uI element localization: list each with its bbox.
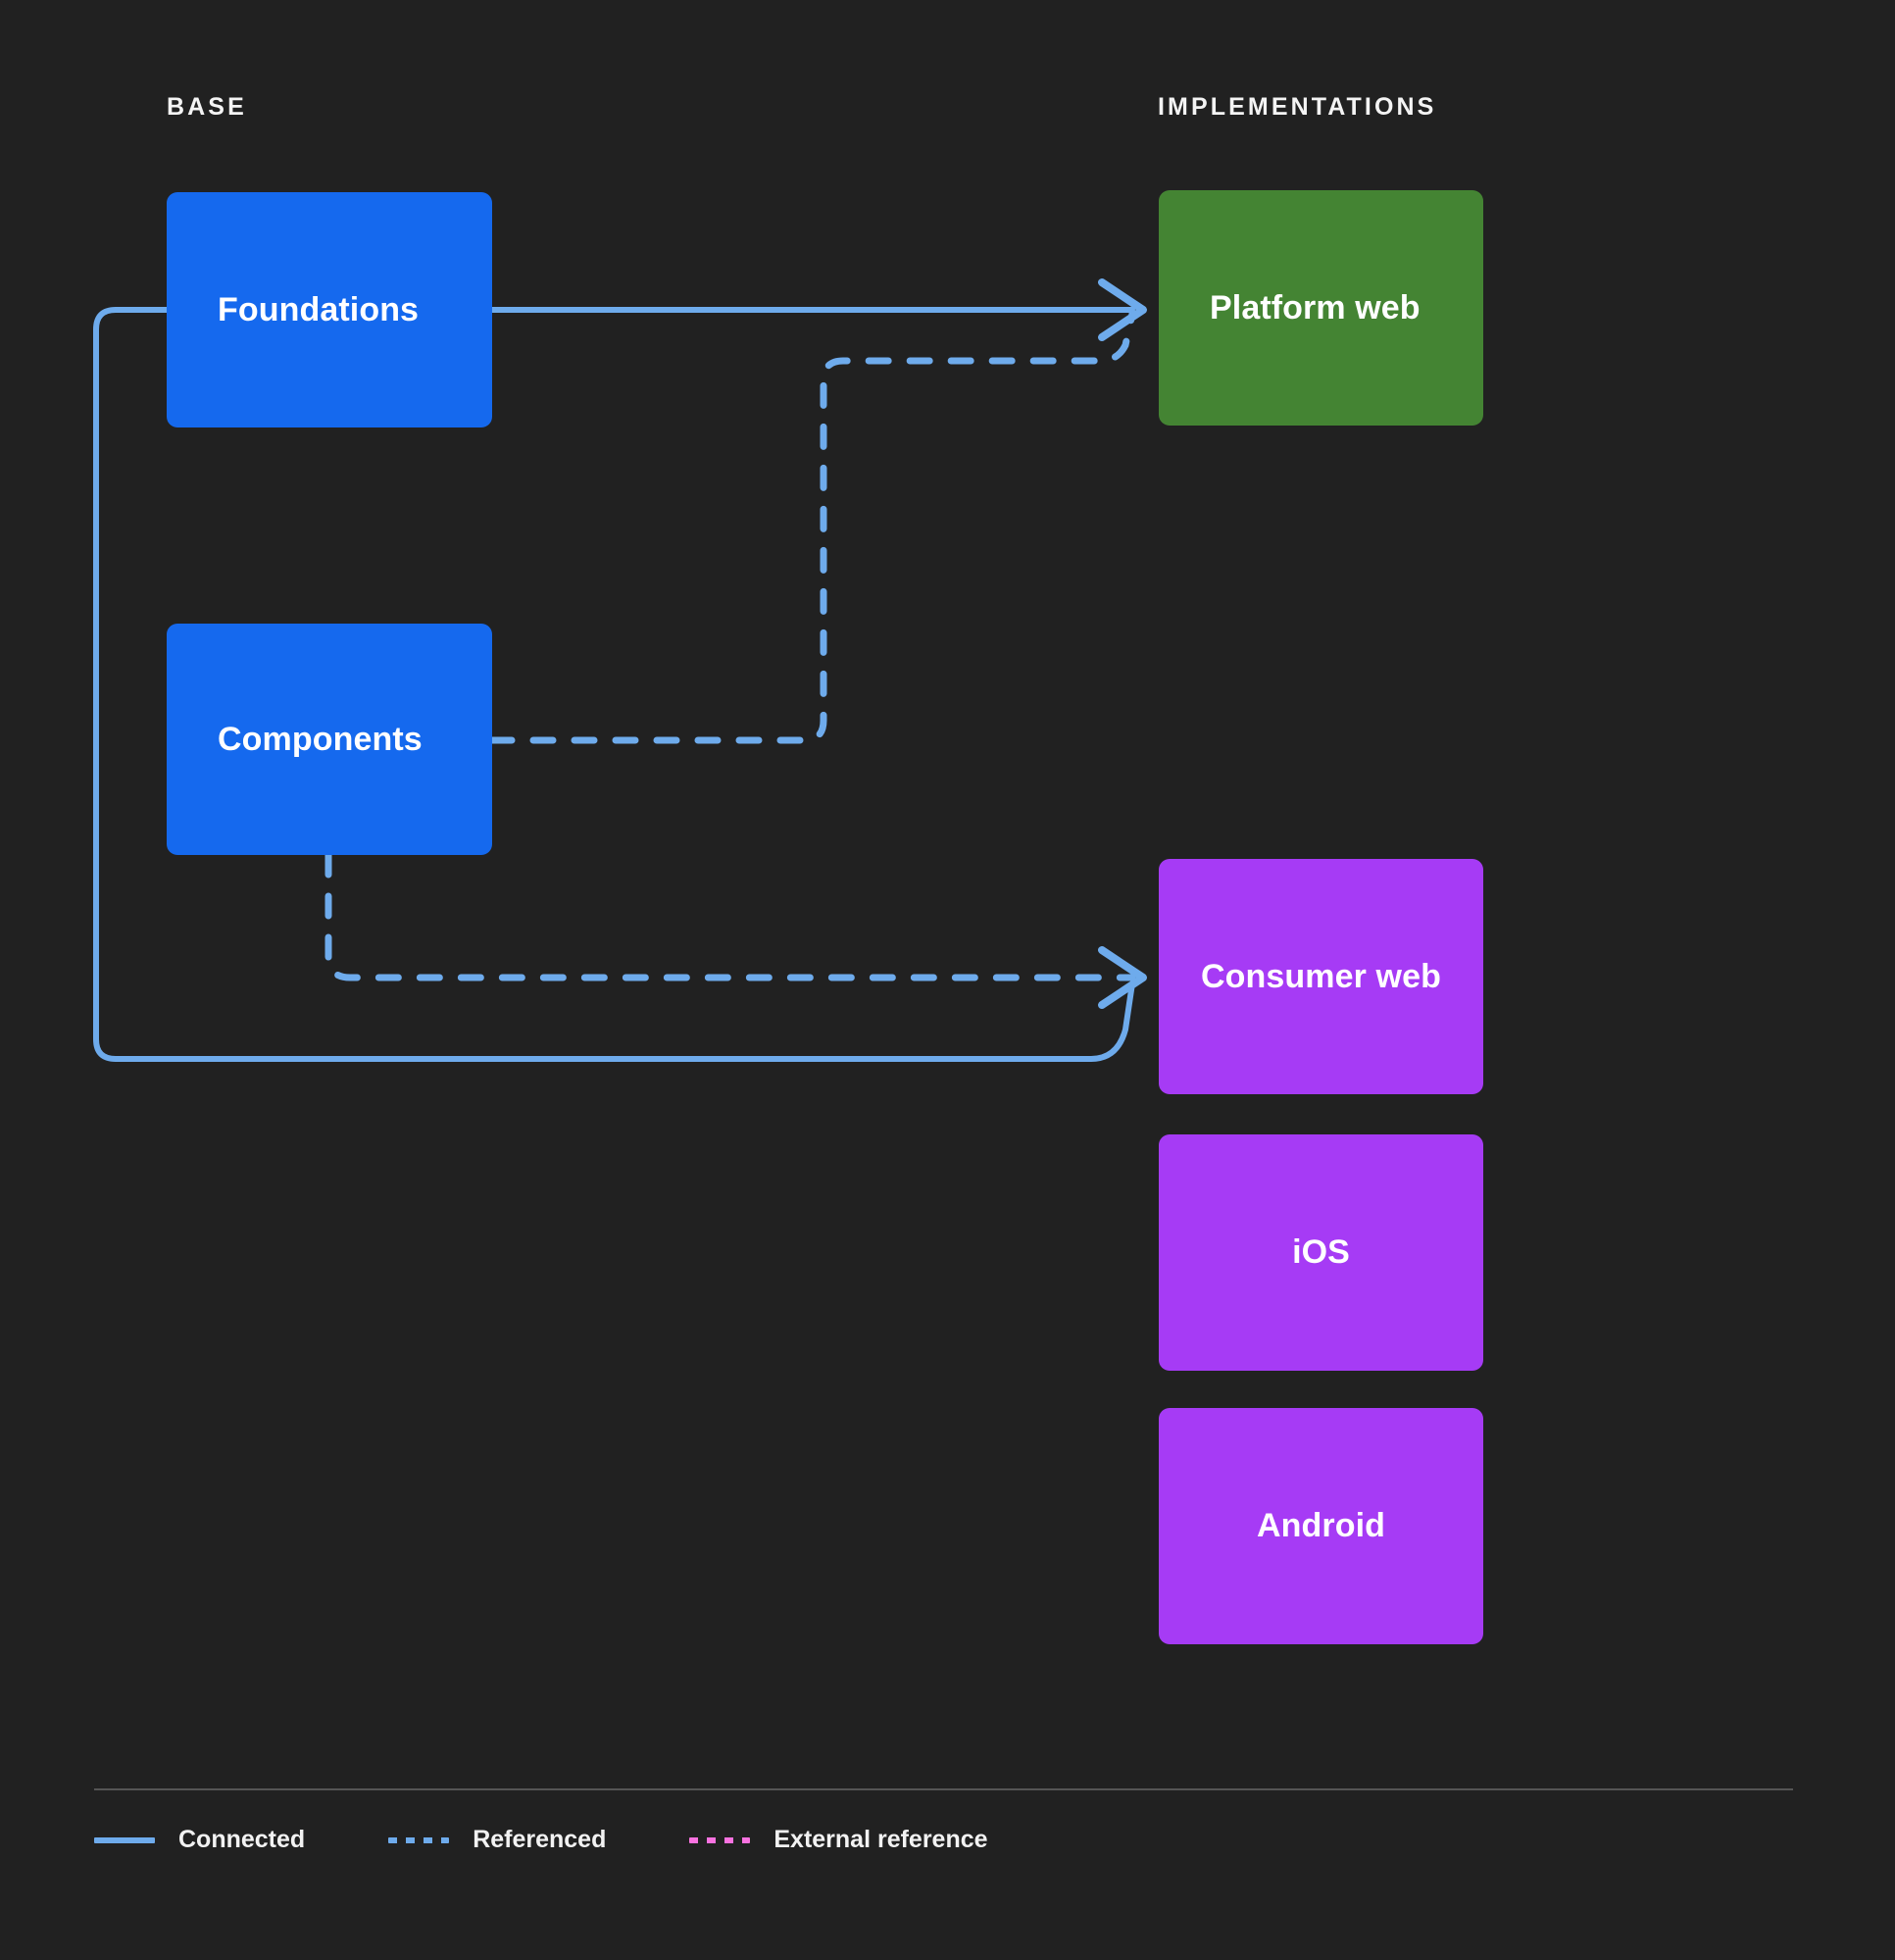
node-platform-web[interactable]: Platform web xyxy=(1159,190,1483,426)
node-ios[interactable]: iOS xyxy=(1159,1134,1483,1371)
legend-label-referenced: Referenced xyxy=(473,1826,607,1853)
legend-swatch-connected-icon xyxy=(94,1836,155,1843)
legend-item-referenced: Referenced xyxy=(388,1826,606,1854)
legend: Connected Referenced External reference xyxy=(94,1826,988,1854)
legend-item-connected: Connected xyxy=(94,1826,305,1854)
node-android[interactable]: Android xyxy=(1159,1408,1483,1644)
node-consumer-web-label: Consumer web xyxy=(1201,957,1441,995)
edge-components-to-platform-web xyxy=(488,310,1136,744)
node-android-label: Android xyxy=(1256,1507,1385,1544)
node-consumer-web[interactable]: Consumer web xyxy=(1159,859,1483,1094)
node-foundations[interactable]: Foundations xyxy=(167,192,492,427)
node-components[interactable]: Components xyxy=(167,624,492,855)
arrowhead-platform-web xyxy=(1098,278,1147,341)
legend-divider xyxy=(94,1788,1793,1790)
node-components-label: Components xyxy=(218,720,423,758)
arrowhead-consumer-web xyxy=(1098,946,1147,1009)
column-header-base: BASE xyxy=(167,93,247,121)
node-foundations-label: Foundations xyxy=(218,290,420,328)
node-platform-web-label: Platform web xyxy=(1210,288,1421,327)
node-ios-label: iOS xyxy=(1292,1233,1350,1271)
legend-item-external-reference: External reference xyxy=(689,1826,988,1854)
diagram-canvas: BASE IMPLEMENTATIONS Foundations Compone… xyxy=(0,0,1895,1960)
column-header-implementations: IMPLEMENTATIONS xyxy=(1158,93,1437,121)
edge-components-to-consumer-web xyxy=(324,851,1136,981)
legend-swatch-referenced-icon xyxy=(388,1836,450,1843)
legend-label-connected: Connected xyxy=(178,1826,306,1853)
legend-label-external-reference: External reference xyxy=(773,1826,988,1853)
legend-swatch-external-reference-icon xyxy=(689,1836,751,1843)
